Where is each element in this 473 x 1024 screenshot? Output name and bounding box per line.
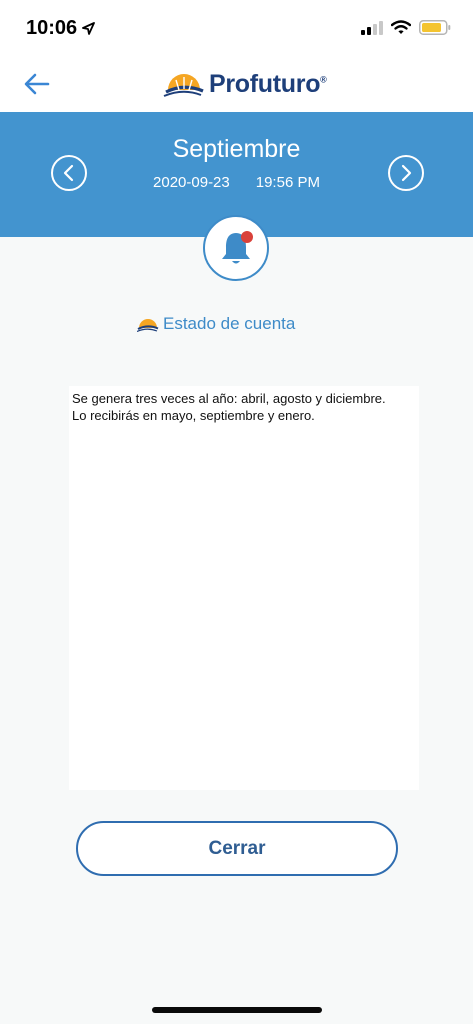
subject-label: Estado de cuenta [163, 314, 296, 333]
wifi-icon [391, 20, 411, 34]
back-arrow-icon [24, 73, 50, 95]
message-box: Se genera tres veces al año: abril, agos… [69, 386, 419, 790]
profuturo-sun-icon [137, 318, 159, 332]
location-arrow-icon [82, 22, 96, 35]
notification-subject: Estado de cuenta [137, 313, 295, 335]
notification-date: 2020-09-23 [153, 174, 230, 191]
status-bar: 10:06 [0, 0, 473, 56]
message-line: Lo recibirás en mayo, septiembre y enero… [72, 408, 315, 423]
status-time-label: 10:06 [26, 17, 78, 39]
brand-logo: Profuturo® [163, 68, 327, 100]
status-time: 10:06 [26, 17, 96, 40]
logo-text: Profuturo® [209, 69, 327, 98]
previous-month-button[interactable] [51, 155, 87, 191]
battery-icon [419, 20, 451, 35]
next-month-button[interactable] [388, 155, 424, 191]
notification-time: 19:56 PM [255, 174, 320, 191]
notification-bell-badge [203, 215, 269, 281]
cellular-signal-icon [361, 20, 383, 35]
close-button[interactable]: Cerrar [76, 821, 398, 876]
status-indicators [361, 20, 451, 35]
back-button[interactable] [20, 68, 54, 100]
profuturo-sun-icon [163, 74, 204, 97]
chevron-left-icon [63, 164, 74, 182]
message-line: Se genera tres veces al año: abril, agos… [72, 391, 386, 406]
nav-header: Profuturo® [0, 56, 473, 112]
chevron-right-icon [401, 164, 412, 182]
bell-icon [222, 231, 253, 264]
home-indicator [152, 1007, 322, 1013]
